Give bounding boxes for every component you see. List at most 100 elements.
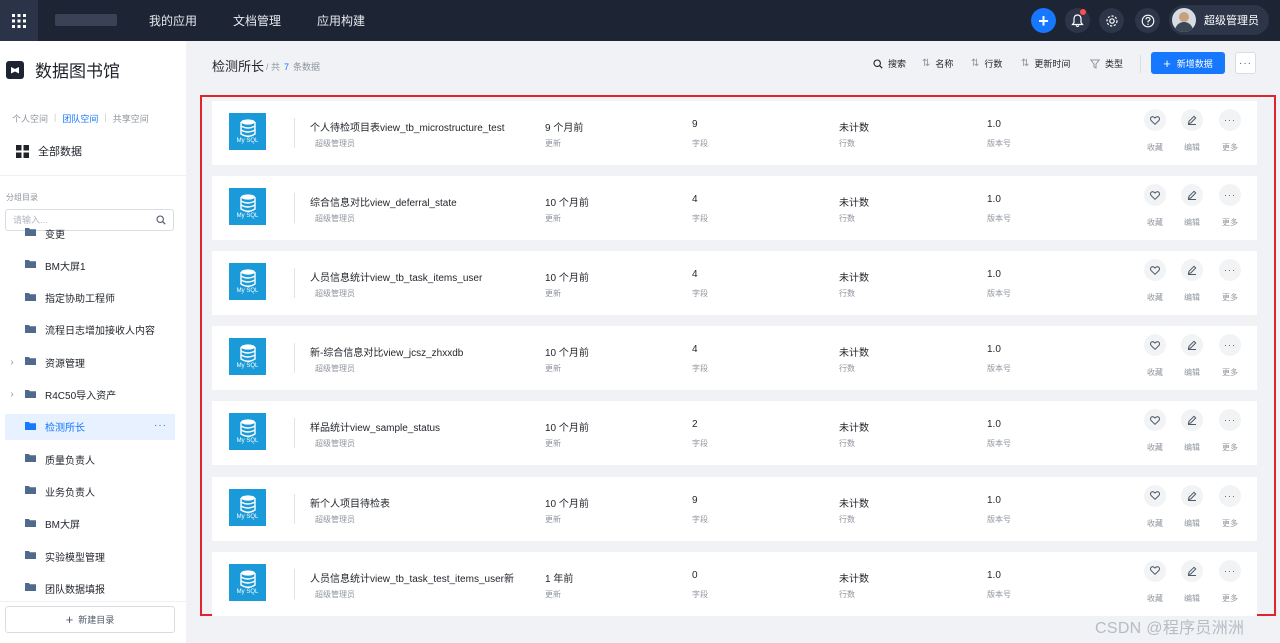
sidebar-item[interactable]: 变更: [5, 228, 175, 246]
chevron-right-icon[interactable]: ›: [5, 389, 19, 400]
new-data-button[interactable]: + 新增数据: [1151, 52, 1225, 74]
folder-icon: [25, 292, 36, 304]
favorite-button[interactable]: [1144, 109, 1166, 131]
sidebar-item[interactable]: 团队数据填报: [5, 575, 175, 601]
edit-label: 编辑: [1184, 593, 1200, 603]
more-button[interactable]: ···: [1219, 334, 1241, 357]
folder-icon: [25, 324, 36, 336]
more-button[interactable]: ···: [1219, 109, 1241, 131]
space-tabs: 个人空间 | 团队空间 | 共享空间: [12, 112, 149, 125]
sidebar-item[interactable]: BM大屏: [5, 511, 175, 537]
count-number: 7: [284, 62, 290, 72]
sidebar-item[interactable]: › R4C50导入资产: [5, 382, 175, 408]
dir-search-input[interactable]: [6, 210, 146, 230]
sidebar-item[interactable]: BM大屏1: [5, 252, 175, 278]
data-name[interactable]: 新个人项目待检表: [310, 495, 390, 510]
more-button[interactable]: ···: [1219, 259, 1241, 282]
sidebar-item[interactable]: › 资源管理: [5, 349, 175, 375]
help-icon: [1141, 14, 1154, 27]
sidebar-item[interactable]: 实验模型管理: [5, 543, 175, 569]
favorite-button[interactable]: [1144, 259, 1166, 282]
data-card[interactable]: My SQL 新个人项目待检表 超级管理员 10 个月前 更新 9 字段 未计数 行数 1.0 版本…: [212, 476, 1257, 541]
sidebar-item[interactable]: 指定协助工程师: [5, 285, 175, 311]
more-button[interactable]: ···: [1219, 409, 1241, 432]
edit-button[interactable]: [1181, 484, 1203, 507]
more-button[interactable]: ···: [1219, 184, 1241, 207]
sort-by-name[interactable]: ⇅ 名称: [922, 57, 953, 70]
data-name[interactable]: 新-综合信息对比view_jcsz_zhxxdb: [310, 344, 463, 359]
search-icon[interactable]: [156, 215, 166, 225]
edit-button[interactable]: [1181, 184, 1203, 207]
version-label: 版本号: [987, 214, 1011, 224]
edit-button[interactable]: [1181, 259, 1203, 282]
favorite-button[interactable]: [1144, 184, 1166, 207]
nav-my-apps[interactable]: 我的应用: [149, 12, 197, 29]
fields-value: 4: [692, 194, 698, 206]
favorite-button[interactable]: [1144, 559, 1166, 582]
edit-label: 编辑: [1184, 368, 1200, 378]
folder-icon: [25, 582, 36, 594]
nav-doc-management[interactable]: 文档管理: [233, 12, 281, 29]
data-card[interactable]: My SQL 新-综合信息对比view_jcsz_zhxxdb 超级管理员 10 个月…: [212, 326, 1257, 391]
notification-button[interactable]: [1065, 8, 1090, 33]
all-data-item[interactable]: 全部数据: [16, 143, 82, 159]
sort-by-updated[interactable]: ⇅ 更新时间: [1021, 57, 1070, 70]
tab-team-space[interactable]: 团队空间: [62, 112, 98, 125]
more-button[interactable]: ···: [1219, 484, 1241, 507]
tab-shared-space[interactable]: 共享空间: [113, 112, 149, 125]
favorite-label: 收藏: [1147, 368, 1163, 378]
sidebar-item[interactable]: 检测所长 ···: [5, 413, 175, 440]
help-button[interactable]: [1135, 8, 1160, 33]
fields-label: 字段: [692, 139, 708, 148]
grid-icon: [16, 144, 29, 158]
fields-label: 字段: [692, 514, 708, 524]
app-grid-button[interactable]: [0, 0, 38, 41]
mysql-label: My SQL: [236, 213, 259, 220]
create-button[interactable]: +: [1031, 8, 1056, 33]
data-owner: 超级管理员: [315, 589, 355, 599]
sidebar-item[interactable]: 流程日志增加接收人内容: [5, 317, 175, 343]
edit-button[interactable]: [1181, 334, 1203, 357]
favorite-button[interactable]: [1144, 484, 1166, 507]
heart-icon: [1150, 340, 1160, 350]
data-card[interactable]: My SQL 综合信息对比view_deferral_state 超级管理员 10 个…: [212, 176, 1257, 241]
favorite-label: 收藏: [1147, 218, 1163, 228]
library-logo-icon: [6, 60, 24, 79]
data-name[interactable]: 人员信息统计view_tb_task_items_user: [310, 269, 482, 284]
favorite-button[interactable]: [1144, 334, 1166, 357]
edit-button[interactable]: [1181, 109, 1203, 131]
user-menu[interactable]: 超级管理员: [1169, 5, 1269, 35]
chevron-right-icon[interactable]: ›: [5, 357, 19, 368]
edit-button[interactable]: [1181, 559, 1203, 582]
search-button[interactable]: 搜索: [873, 57, 906, 70]
nav-app-build[interactable]: 应用构建: [317, 12, 365, 29]
fields-label: 字段: [692, 439, 708, 449]
record-count: / 共 7 条数据: [266, 60, 320, 73]
sidebar-item[interactable]: 质量负责人: [5, 446, 175, 472]
data-name[interactable]: 综合信息对比view_deferral_state: [310, 194, 457, 209]
fields-label: 字段: [692, 364, 708, 374]
sidebar-item-label: BM大屏: [45, 520, 80, 532]
data-card[interactable]: My SQL 人员信息统计view_tb_task_items_user 超级管理员…: [212, 251, 1257, 316]
tab-personal-space[interactable]: 个人空间: [12, 112, 48, 125]
item-more-icon[interactable]: ···: [154, 420, 167, 431]
data-owner: 超级管理员: [315, 214, 355, 224]
new-directory-button[interactable]: + 新建目录: [5, 606, 175, 633]
more-options-button[interactable]: ···: [1235, 52, 1256, 74]
sort-by-rows[interactable]: ⇅ 行数: [971, 57, 1002, 70]
data-card[interactable]: My SQL 样品统计view_sample_status 超级管理员 10 个月前更…: [212, 401, 1257, 466]
group-label: 分组目录: [6, 193, 38, 202]
data-name[interactable]: 人员信息统计view_tb_task_test_items_user新: [310, 570, 514, 585]
data-name[interactable]: 样品统计view_sample_status: [310, 419, 440, 434]
data-card[interactable]: My SQL 个人待检项目表view_tb_microstructure_test…: [212, 101, 1257, 165]
heart-icon: [1150, 566, 1160, 576]
more-button[interactable]: ···: [1219, 559, 1241, 582]
favorite-button[interactable]: [1144, 409, 1166, 432]
data-card[interactable]: My SQL 人员信息统计view_tb_task_test_items_user…: [212, 551, 1257, 616]
sidebar-item[interactable]: 业务负责人: [5, 478, 175, 504]
version-label: 版本号: [987, 439, 1011, 449]
edit-button[interactable]: [1181, 409, 1203, 432]
settings-button[interactable]: [1099, 8, 1124, 33]
filter-type[interactable]: 类型: [1090, 57, 1123, 70]
data-name[interactable]: 个人待检项目表view_tb_microstructure_test: [310, 119, 505, 134]
